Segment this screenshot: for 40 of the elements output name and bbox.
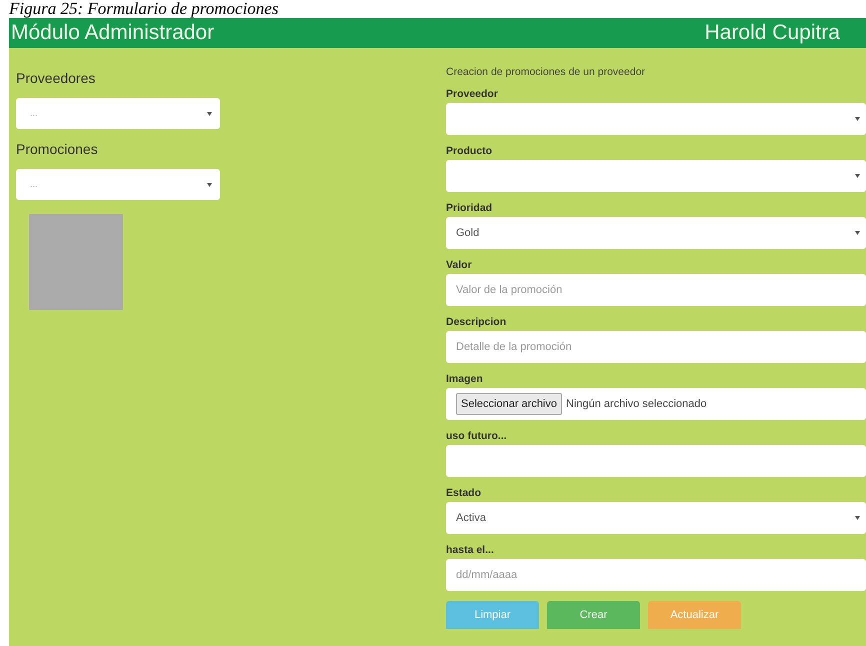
caret-icon [207,182,212,186]
action-button[interactable]: Actualizar [648,601,741,629]
input-field[interactable]: Valor de la promoción [446,274,866,306]
field-label: Valor [446,258,473,273]
field-label: Descripcion [446,315,508,330]
field-label: Imagen [446,372,484,387]
caret-icon [855,231,860,235]
field-label: Proveedores [16,69,96,88]
form-heading: Creacion de promociones de un proveedor [446,65,646,79]
date-field[interactable]: dd/mm/aaaa [446,559,866,591]
caret-icon [207,112,212,116]
file-status: Ningún archivo seleccionado [566,396,707,412]
module-title: Módulo Administrador [11,20,214,46]
caret-icon [855,174,860,178]
file-select-button[interactable]: Seleccionar archivo [456,392,562,416]
select-field[interactable]: ... [16,98,220,129]
field-label: Proveedor [446,87,499,102]
action-button[interactable]: Crear [547,601,640,629]
user-name: Harold Cupitra [704,20,840,46]
select-field[interactable]: Gold [446,217,866,249]
caret-icon [855,516,860,520]
select-field[interactable]: Activa [446,502,866,534]
selected-value: Gold [456,226,480,241]
selected-value: Activa [456,510,486,526]
field-label: Prioridad [446,201,494,216]
figure-caption: Figura 25: Formulario de promociones [8,0,280,18]
input-field[interactable] [446,445,866,477]
placeholder-text: ... [30,178,38,191]
field-label: Producto [446,144,494,159]
action-button[interactable]: Limpiar [446,601,539,629]
input-field[interactable]: Detalle de la promoción [446,331,866,363]
select-field[interactable] [446,160,866,192]
field-label: Promociones [16,140,99,159]
placeholder-text: ... [30,106,38,120]
field-label: uso futuro... [446,429,508,444]
select-field[interactable]: ... [16,169,220,200]
caret-icon [855,117,860,121]
field-label: Estado [446,486,482,501]
select-field[interactable] [446,103,866,135]
field-label: hasta el... [446,543,495,558]
